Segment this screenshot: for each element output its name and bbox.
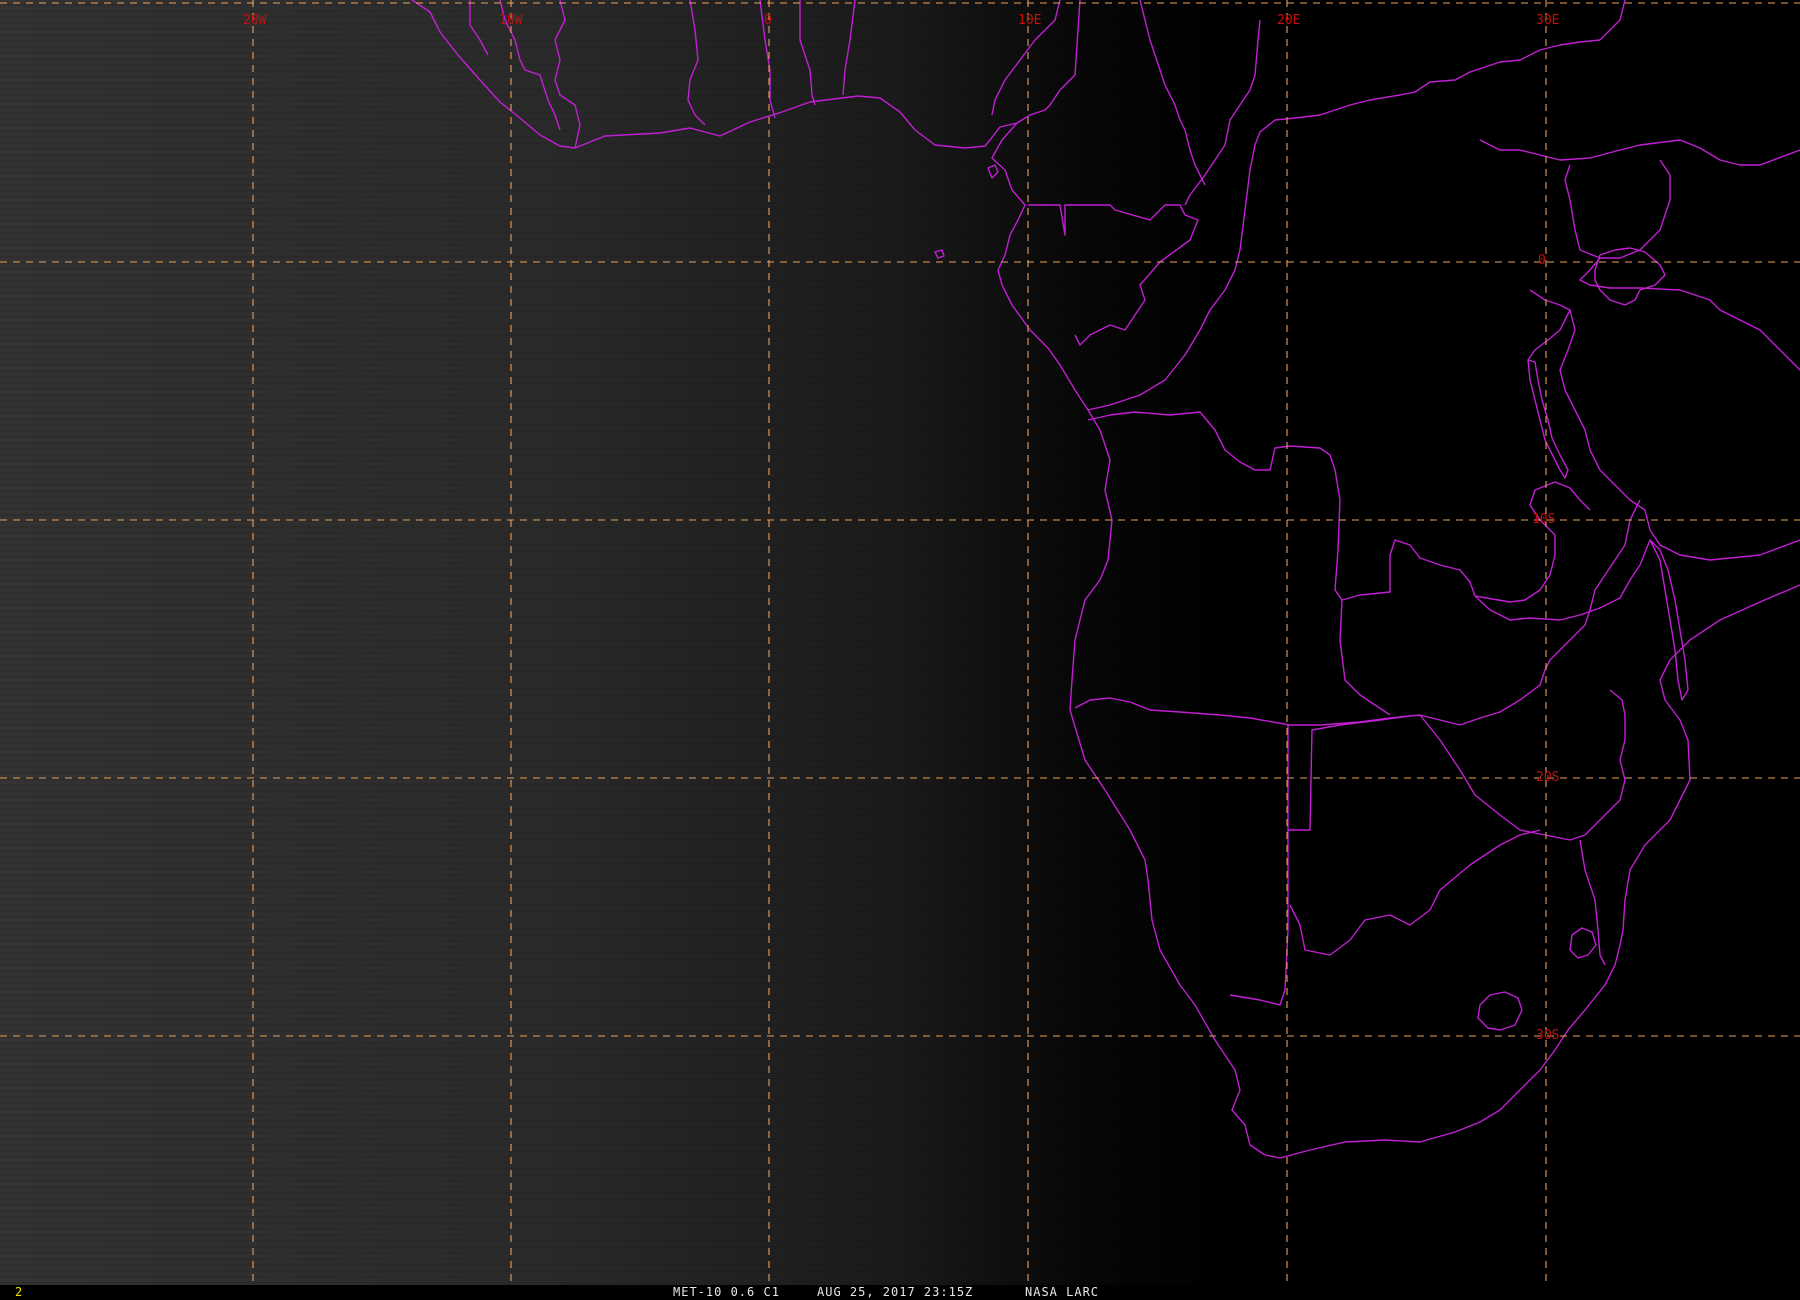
lon-label-30e: 30E [1536, 13, 1559, 28]
lon-label-10e: 10E [1018, 13, 1041, 28]
satellite-image-viewer: 20W 10W 0 10E 20E 30E 0 10S 20S 30S 2 ME… [0, 0, 1800, 1300]
lat-label-30s: 30S [1536, 1028, 1559, 1043]
lon-label-20w: 20W [243, 13, 267, 28]
status-bar: 2 MET-10 0.6 C1 AUG 25, 2017 23:15Z NASA… [0, 1285, 1800, 1300]
satellite-map: 20W 10W 0 10E 20E 30E 0 10S 20S 30S [0, 0, 1800, 1285]
source-label: NASA LARC [1025, 1285, 1100, 1299]
lat-label-10s: 10S [1532, 512, 1555, 527]
datetime-label: AUG 25, 2017 23:15Z [817, 1285, 974, 1299]
imagery-scanlines [0, 0, 1800, 1285]
lat-label-0: 0 [1538, 253, 1546, 268]
lon-label-10w: 10W [499, 13, 523, 28]
satellite-product-label: MET-10 0.6 C1 [673, 1285, 780, 1299]
lat-label-20s: 20S [1536, 770, 1559, 785]
lon-label-0: 0 [764, 13, 772, 28]
lon-label-20e: 20E [1277, 13, 1300, 28]
frame-number: 2 [15, 1285, 24, 1299]
